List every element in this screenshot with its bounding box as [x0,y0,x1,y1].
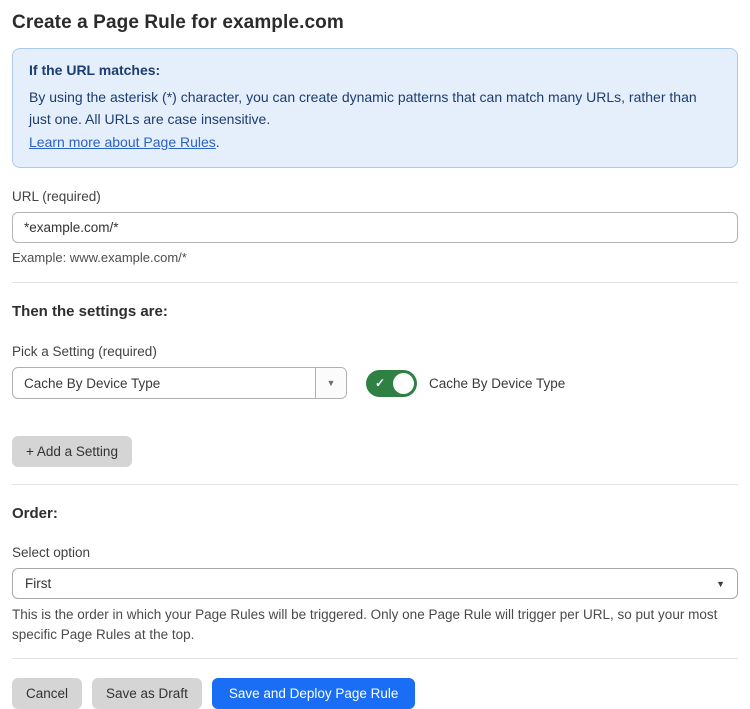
cache-device-toggle[interactable]: ✓ [366,370,417,397]
footer-buttons: Cancel Save as Draft Save and Deploy Pag… [12,678,738,709]
save-deploy-button[interactable]: Save and Deploy Page Rule [212,678,416,709]
setting-dropdown[interactable]: Cache By Device Type ▼ [12,367,347,399]
url-input[interactable] [12,212,738,243]
order-select[interactable]: First ▼ [12,568,738,599]
divider [12,484,738,485]
order-select-value: First [25,576,51,591]
toggle-knob [393,373,414,394]
divider [12,658,738,659]
toggle-label: Cache By Device Type [429,376,565,391]
url-section: URL (required) Example: www.example.com/… [12,189,738,265]
learn-more-link[interactable]: Learn more about Page Rules [29,134,216,150]
check-icon: ✓ [375,376,385,390]
setting-dropdown-button[interactable]: ▼ [315,368,346,398]
divider [12,282,738,283]
setting-row: Cache By Device Type ▼ ✓ Cache By Device… [12,367,738,399]
info-box-heading: If the URL matches: [29,62,721,78]
select-option-label: Select option [12,545,738,560]
order-section-heading: Order: [12,505,738,522]
pick-setting-label: Pick a Setting (required) [12,344,738,359]
setting-dropdown-value: Cache By Device Type [13,368,315,398]
url-helper-text: Example: www.example.com/* [12,250,738,265]
link-suffix: . [216,134,220,150]
chevron-down-icon: ▼ [327,378,336,388]
chevron-down-icon: ▼ [716,579,725,589]
settings-section-heading: Then the settings are: [12,303,738,320]
save-draft-button[interactable]: Save as Draft [92,678,202,709]
order-helper-text: This is the order in which your Page Rul… [12,605,738,644]
cancel-button[interactable]: Cancel [12,678,82,709]
page-title: Create a Page Rule for example.com [12,12,738,34]
add-setting-button[interactable]: + Add a Setting [12,436,132,467]
info-box-body: By using the asterisk (*) character, you… [29,86,719,131]
url-match-info-box: If the URL matches: By using the asteris… [12,48,738,168]
info-box-link-line: Learn more about Page Rules. [29,131,721,153]
url-field-label: URL (required) [12,189,738,204]
